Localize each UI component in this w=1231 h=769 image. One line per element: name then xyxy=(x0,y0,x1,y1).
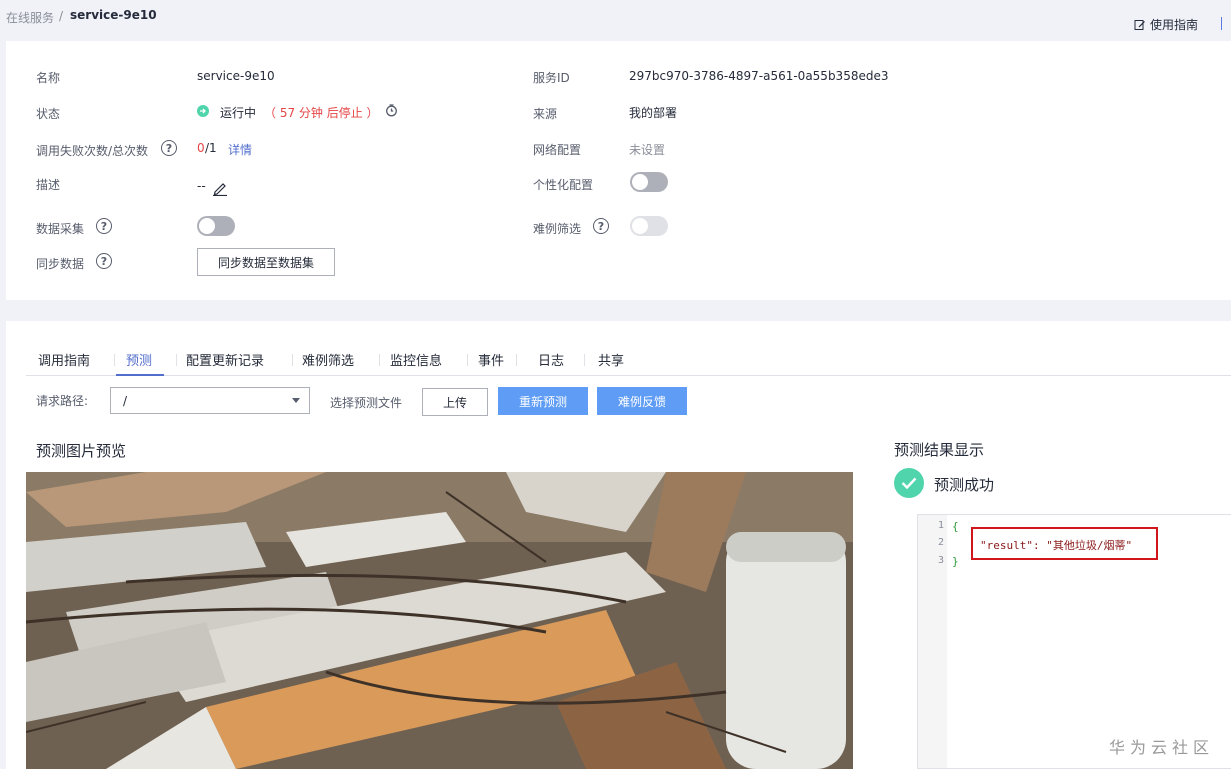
hard-example-toggle[interactable] xyxy=(630,216,668,236)
tab-config-history[interactable]: 配置更新记录 xyxy=(186,350,264,369)
success-label: 预测成功 xyxy=(934,476,995,494)
tab-predict[interactable]: 预测 xyxy=(126,350,152,369)
usage-guide-link[interactable]: 使用指南 xyxy=(1134,16,1198,33)
source-label: 来源 xyxy=(533,107,558,121)
data-collect-toggle[interactable] xyxy=(197,216,235,236)
hard-example-label: 难例筛选 xyxy=(533,222,582,236)
result-highlight-box xyxy=(971,527,1158,560)
service-id-label: 服务ID xyxy=(533,71,570,85)
code-line-open-brace: { xyxy=(952,520,959,533)
network-label: 网络配置 xyxy=(533,143,582,157)
sync-data-help-icon[interactable]: ? xyxy=(96,253,112,269)
tab-logs[interactable]: 日志 xyxy=(538,350,564,369)
tab-divider xyxy=(176,354,177,366)
request-path-label: 请求路径: xyxy=(36,394,89,408)
calls-help-icon[interactable]: ? xyxy=(161,140,177,156)
breadcrumb-current: service-9e10 xyxy=(70,8,157,22)
prediction-image-preview xyxy=(26,472,853,769)
tab-monitoring[interactable]: 监控信息 xyxy=(390,350,442,369)
hard-example-help-icon[interactable]: ? xyxy=(593,218,609,234)
calls-fail-count: 0 xyxy=(197,141,205,155)
code-line-close-brace: } xyxy=(952,555,959,568)
line-number: 2 xyxy=(938,537,945,548)
calls-detail-link[interactable]: 详情 xyxy=(228,141,252,158)
status-value: 运行中 xyxy=(220,106,257,120)
service-info-panel xyxy=(6,41,1231,300)
active-tab-indicator xyxy=(116,374,164,376)
sync-data-label: 同步数据 xyxy=(36,257,85,271)
service-id-value: 297bc970-3786-4897-a561-0a55b358ede3 xyxy=(629,69,889,83)
breadcrumb-parent[interactable]: 在线服务 xyxy=(6,9,54,26)
status-stop-note: （ 57 分钟 后停止 ） xyxy=(264,106,379,120)
status-label: 状态 xyxy=(36,107,61,121)
tab-bar: 调用指南 预测 配置更新记录 难例筛选 监控信息 事件 日志 共享 xyxy=(26,350,1231,376)
upload-button[interactable]: 上传 xyxy=(422,388,488,416)
description-label: 描述 xyxy=(36,178,61,192)
request-path-value: / xyxy=(123,394,128,408)
request-path-select[interactable]: / xyxy=(110,387,310,414)
description-value: -- xyxy=(197,179,206,193)
tab-divider xyxy=(292,354,293,366)
choose-file-label: 选择预测文件 xyxy=(330,396,403,410)
name-label: 名称 xyxy=(36,71,61,85)
usage-guide-label: 使用指南 xyxy=(1150,18,1199,32)
preview-title: 预测图片预览 xyxy=(36,442,127,460)
tab-divider xyxy=(516,354,517,366)
line-number: 3 xyxy=(938,555,945,566)
repredict-button[interactable]: 重新预测 xyxy=(498,387,588,415)
tab-events[interactable]: 事件 xyxy=(478,350,504,369)
result-code-viewer: 1 2 3 { "result": "其他垃圾/烟蒂" } xyxy=(917,514,1231,769)
source-value: 我的部署 xyxy=(629,106,678,120)
breadcrumb-separator: / xyxy=(59,9,64,23)
sync-to-dataset-button[interactable]: 同步数据至数据集 xyxy=(197,248,335,276)
tab-call-guide[interactable]: 调用指南 xyxy=(38,350,90,369)
header-divider xyxy=(1221,17,1222,30)
tab-share[interactable]: 共享 xyxy=(598,350,624,369)
data-collect-help-icon[interactable]: ? xyxy=(96,218,112,234)
running-status-icon xyxy=(197,105,209,117)
custom-config-label: 个性化配置 xyxy=(533,178,594,192)
name-value: service-9e10 xyxy=(197,69,275,83)
result-title: 预测结果显示 xyxy=(894,441,985,459)
line-number: 1 xyxy=(938,520,945,531)
tab-divider xyxy=(584,354,585,366)
chevron-down-icon xyxy=(292,398,300,403)
data-collect-label: 数据采集 xyxy=(36,222,85,236)
calls-total-count: /1 xyxy=(205,141,217,155)
success-check-icon xyxy=(894,468,924,498)
hard-example-feedback-button[interactable]: 难例反馈 xyxy=(597,387,687,415)
tab-divider xyxy=(114,354,115,366)
code-gutter xyxy=(918,515,947,768)
tab-hard-example[interactable]: 难例筛选 xyxy=(302,350,354,369)
watermark: 华为云社区 xyxy=(1109,738,1215,757)
edit-pencil-icon[interactable] xyxy=(212,180,228,196)
tab-divider xyxy=(467,354,468,366)
custom-config-toggle[interactable] xyxy=(630,172,668,192)
calls-label: 调用失败次数/总次数 xyxy=(36,144,149,158)
edit-doc-icon xyxy=(1134,19,1145,30)
tab-divider xyxy=(379,354,380,366)
timer-icon[interactable] xyxy=(385,104,398,117)
network-value: 未设置 xyxy=(629,143,666,157)
